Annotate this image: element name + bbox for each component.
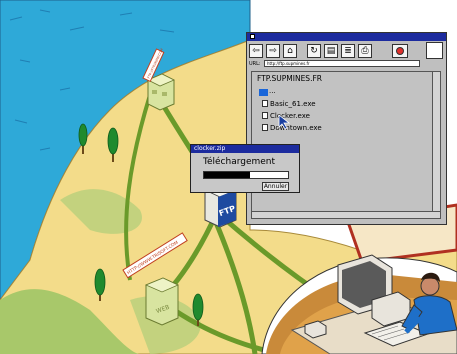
file-icon — [262, 100, 268, 107]
browser-window: ⇦ ⇨ ⌂ ↻ ▤ ≣ ⎙ URL: http://ftp.supmines.f… — [246, 32, 447, 225]
vertical-scrollbar[interactable] — [432, 72, 440, 218]
find-icon[interactable]: ≣ — [341, 44, 355, 58]
parent-folder-link[interactable]: ... — [269, 87, 276, 95]
stop-icon — [396, 47, 404, 55]
folder-icon[interactable] — [259, 89, 268, 96]
horizontal-scrollbar[interactable] — [252, 211, 440, 218]
cancel-button[interactable]: Annuler — [262, 182, 289, 191]
reload-icon[interactable]: ↻ — [307, 44, 321, 58]
file-item[interactable]: Basic_61.exe — [262, 100, 316, 108]
progress-bar — [203, 171, 289, 179]
speaker-icon — [304, 320, 327, 339]
print-icon[interactable]: ⎙ — [358, 44, 372, 58]
file-icon — [262, 124, 268, 131]
download-label: Téléchargement — [203, 157, 276, 167]
file-name: Basic_61.exe — [270, 100, 316, 108]
back-arrow-icon[interactable]: ⇦ — [249, 44, 263, 58]
file-icon — [262, 112, 268, 119]
url-row: URL: http://ftp.supmines.fr — [249, 60, 445, 68]
stop-button[interactable] — [392, 44, 408, 58]
ftp-server-building-top — [147, 73, 175, 111]
home-icon[interactable]: ⌂ — [283, 44, 297, 58]
progress-fill — [204, 172, 251, 178]
url-label: URL: — [249, 61, 261, 67]
window-close-box[interactable] — [250, 34, 255, 39]
open-icon[interactable]: ▤ — [324, 44, 338, 58]
browser-logo-box — [426, 42, 443, 59]
mouse-cursor-icon — [278, 114, 291, 130]
web-server-building: WEB — [144, 277, 179, 326]
forward-arrow-icon[interactable]: ⇨ — [266, 44, 280, 58]
ftp-host-title: FTP.SUPMINES.FR — [257, 74, 322, 83]
dialog-title: clocker.zip — [191, 145, 299, 153]
url-field[interactable]: http://ftp.supmines.fr — [264, 60, 420, 67]
browser-titlebar — [247, 33, 446, 41]
download-dialog: clocker.zip Téléchargement Annuler — [190, 144, 300, 193]
